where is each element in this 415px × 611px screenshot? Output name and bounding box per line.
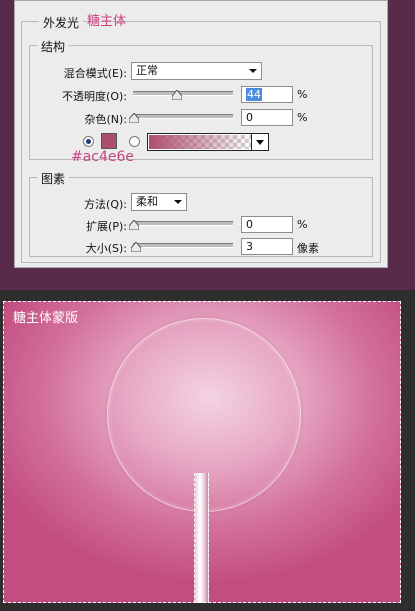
size-input[interactable]: 3: [241, 238, 293, 255]
blend-mode-select[interactable]: 正常: [131, 62, 262, 80]
size-slider-thumb[interactable]: [131, 242, 141, 252]
canvas-label: 糖主体蒙版: [13, 311, 79, 326]
spread-slider-thumb[interactable]: [129, 220, 139, 230]
gradient-preview: [149, 135, 251, 149]
opacity-label: 不透明度(O):: [62, 90, 127, 103]
chevron-down-icon: [249, 69, 257, 73]
opacity-unit: %: [297, 88, 308, 101]
gradient-radio[interactable]: [129, 136, 140, 147]
technique-label: 方法(Q):: [84, 198, 127, 211]
noise-input[interactable]: 0: [241, 109, 293, 126]
noise-unit: %: [297, 111, 308, 124]
size-label: 大小(S):: [85, 242, 127, 255]
technique-value: 柔和: [136, 195, 158, 208]
opacity-slider-thumb[interactable]: [172, 90, 182, 100]
lollipop-stick: [194, 473, 209, 603]
chevron-down-icon: [174, 200, 182, 204]
size-value: 3: [246, 240, 253, 253]
gradient-picker[interactable]: [147, 133, 269, 151]
spread-slider-track: [133, 221, 233, 226]
blend-mode-value: 正常: [136, 64, 158, 77]
elements-legend: 图素: [37, 170, 70, 187]
color-hex-annotation: #ac4e6e: [71, 149, 135, 165]
canvas-image[interactable]: 糖主体蒙版: [3, 301, 401, 603]
structure-legend: 结构: [37, 38, 70, 55]
spread-input[interactable]: 0: [241, 216, 293, 233]
size-slider-track: [133, 243, 233, 248]
noise-value: 0: [246, 111, 253, 124]
noise-slider-track: [133, 114, 233, 119]
gradient-dropdown-icon[interactable]: [251, 134, 268, 150]
spread-slider[interactable]: [129, 217, 233, 231]
opacity-input[interactable]: 44: [241, 86, 293, 103]
annotation-main-label: 糖主体: [87, 14, 127, 29]
outer-glow-dialog: 外发光 糖主体 结构 混合模式(E): 正常 不透明度(O): 44 % 杂色(…: [14, 0, 388, 268]
glow-color-swatch[interactable]: [101, 133, 117, 149]
dialog-title: 外发光: [39, 14, 84, 31]
spread-unit: %: [297, 218, 308, 231]
opacity-slider[interactable]: [133, 87, 233, 101]
technique-select[interactable]: 柔和: [131, 193, 187, 211]
document-canvas-area: 糖主体蒙版: [0, 290, 415, 611]
spread-value: 0: [246, 218, 253, 231]
noise-label: 杂色(N):: [84, 113, 127, 126]
noise-slider-thumb[interactable]: [129, 113, 139, 123]
opacity-slider-track: [133, 91, 233, 96]
blend-mode-label: 混合模式(E):: [63, 67, 127, 80]
size-unit: 像素: [297, 242, 319, 255]
opacity-value: 44: [246, 88, 262, 101]
size-slider[interactable]: [131, 239, 233, 253]
spread-label: 扩展(P):: [86, 220, 127, 233]
solid-color-radio[interactable]: [83, 136, 94, 147]
noise-slider[interactable]: [129, 110, 233, 124]
